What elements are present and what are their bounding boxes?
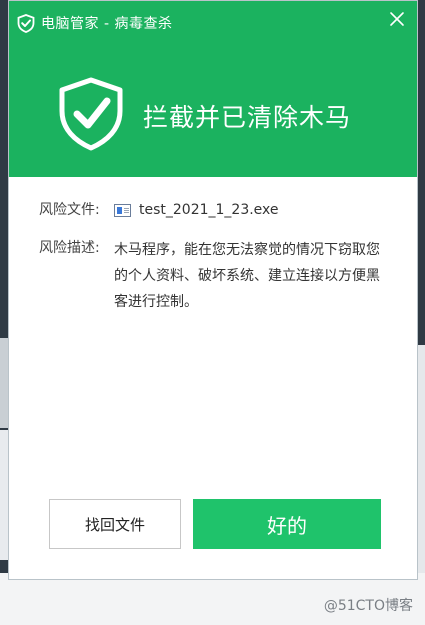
tencent-shield-logo-icon — [17, 13, 35, 33]
risk-file-value: test_2021_1_23.exe — [114, 199, 279, 221]
watermark-text: @51CTO博客 — [323, 598, 413, 614]
action-buttons: 找回文件 好的 — [49, 499, 381, 549]
risk-file-row: 风险文件: test_2021_1_23.exe — [39, 199, 387, 221]
dialog-header: 电脑管家 - 病毒查杀 拦截并已清除木马 — [9, 1, 417, 177]
risk-desc-text: 木马程序，能在您无法察觉的情况下窃取您的个人资料、破坏系统、建立连接以方便黑客进… — [114, 242, 380, 310]
risk-file-label: 风险文件: — [39, 202, 100, 218]
background-strip — [417, 345, 425, 575]
title-bar: 电脑管家 - 病毒查杀 — [17, 11, 172, 35]
close-button[interactable] — [385, 9, 409, 33]
background-strip — [0, 430, 8, 560]
background-strip — [0, 338, 8, 428]
recover-file-button[interactable]: 找回文件 — [49, 499, 181, 549]
shield-check-icon — [57, 77, 125, 155]
virus-alert-dialog: 电脑管家 - 病毒查杀 拦截并已清除木马 风险文件: test_2021_1_2… — [8, 0, 418, 580]
dialog-body: 风险文件: test_2021_1_23.exe 风险描述: 木马程序，能在您无… — [9, 177, 417, 315]
risk-desc-label: 风险描述: — [39, 240, 100, 256]
result-message: 拦截并已清除木马 — [143, 103, 352, 132]
ok-button[interactable]: 好的 — [193, 499, 381, 549]
risk-file-name: test_2021_1_23.exe — [139, 202, 279, 218]
close-icon — [389, 11, 405, 31]
result-banner: 拦截并已清除木马 — [57, 77, 351, 155]
window-title: 电脑管家 - 病毒查杀 — [41, 16, 173, 32]
risk-desc-row: 风险描述: 木马程序，能在您无法察觉的情况下窃取您的个人资料、破坏系统、建立连接… — [39, 237, 387, 315]
executable-file-icon — [114, 203, 131, 217]
